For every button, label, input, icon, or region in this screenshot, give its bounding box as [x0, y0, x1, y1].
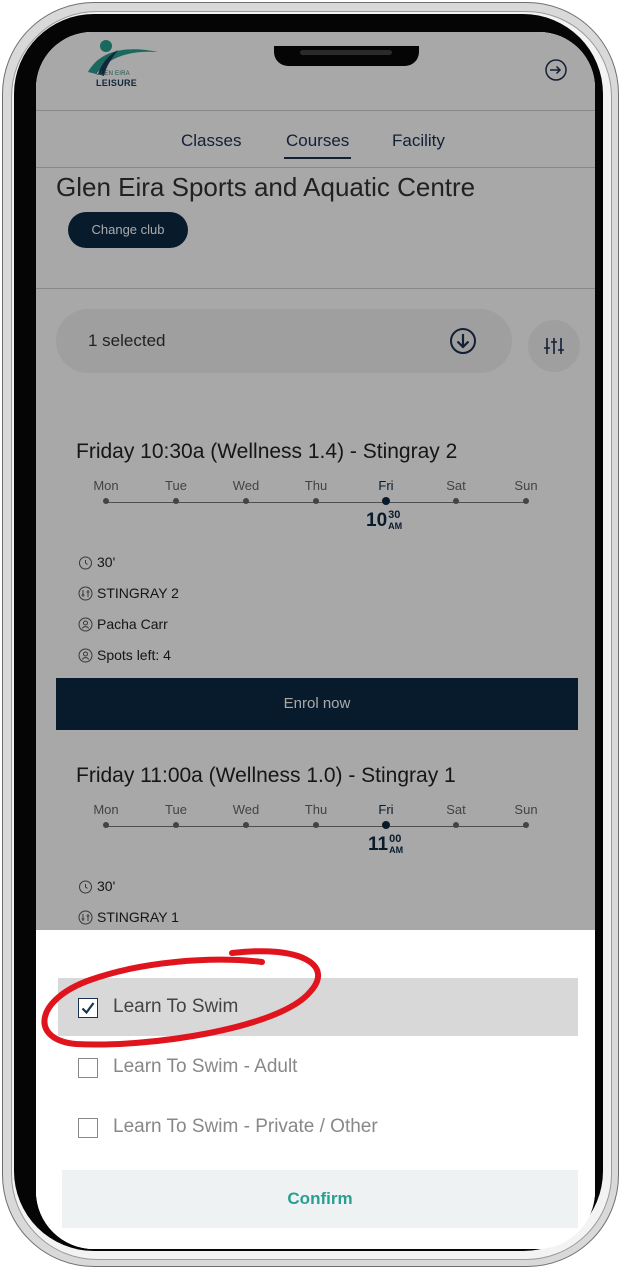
- checkmark-icon: [81, 1002, 95, 1015]
- option-label: Learn To Swim: [113, 996, 239, 1017]
- checkbox-checked[interactable]: [78, 998, 98, 1018]
- phone-screen: GLEN EIRA LEISURE Classes Courses Facili…: [36, 32, 595, 1249]
- option-learn-to-swim-adult[interactable]: Learn To Swim - Adult: [58, 1038, 578, 1096]
- modal-backdrop[interactable]: [36, 32, 595, 930]
- notch: [274, 46, 419, 66]
- option-learn-to-swim[interactable]: Learn To Swim: [58, 978, 578, 1036]
- checkbox[interactable]: [78, 1118, 98, 1138]
- confirm-button[interactable]: Confirm: [62, 1170, 578, 1228]
- option-label: Learn To Swim - Private / Other: [113, 1116, 378, 1137]
- checkbox[interactable]: [78, 1058, 98, 1078]
- app-content: GLEN EIRA LEISURE Classes Courses Facili…: [36, 32, 595, 1249]
- option-learn-to-swim-private[interactable]: Learn To Swim - Private / Other: [58, 1098, 578, 1156]
- option-label: Learn To Swim - Adult: [113, 1056, 298, 1077]
- filter-sheet: Learn To Swim Learn To Swim - Adult Lear…: [36, 930, 595, 1249]
